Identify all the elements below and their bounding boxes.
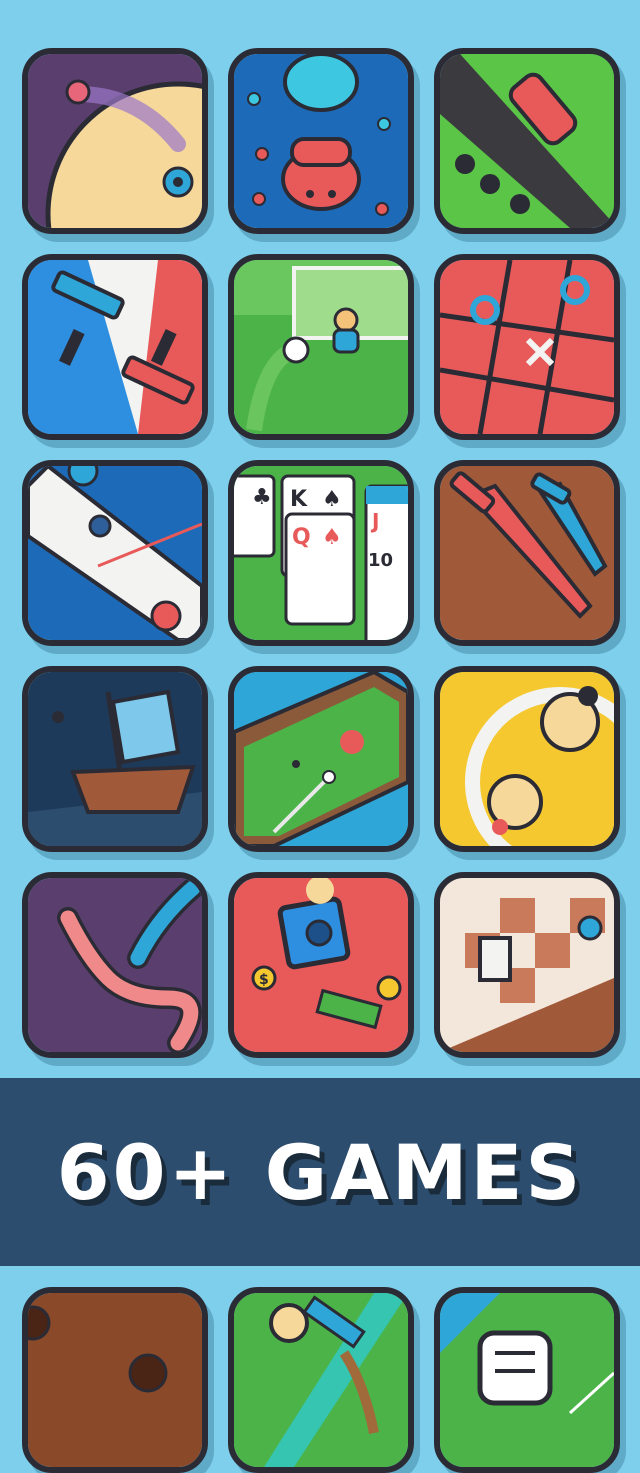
soccer-game-icon[interactable] — [228, 254, 414, 440]
promo-banner: 60+ GAMES — [0, 1078, 640, 1266]
hippo-game-icon[interactable] — [228, 48, 414, 234]
svg-text:♠: ♠ — [322, 525, 342, 550]
snake-worm-game-icon[interactable] — [22, 872, 208, 1058]
paint-roller-game-icon[interactable] — [22, 254, 208, 440]
rock-paper-scissors-game-icon[interactable] — [434, 1287, 620, 1473]
svg-text:♠: ♠ — [322, 487, 342, 512]
pool-billiards-game-icon[interactable] — [228, 666, 414, 852]
chess-game-icon[interactable] — [434, 872, 620, 1058]
sword-game-icon[interactable] — [434, 460, 620, 646]
banner-title: 60+ GAMES — [56, 1127, 584, 1217]
game-grid: ♣ K ♠ Q ♠ J 10 $ — [22, 48, 620, 1058]
card-label-j: J — [370, 509, 379, 533]
svg-text:♣: ♣ — [252, 485, 272, 510]
game-grid-bottom — [22, 1287, 620, 1473]
card-label-10: 10 — [368, 550, 393, 571]
card-label-k: K — [290, 487, 308, 512]
coin-label: $ — [259, 972, 269, 988]
tic-tac-toe-game-icon[interactable] — [434, 254, 620, 440]
air-hockey-game-icon[interactable] — [22, 460, 208, 646]
spikes-game-icon[interactable] — [22, 48, 208, 234]
race-car-game-icon[interactable] — [434, 48, 620, 234]
safe-heist-game-icon[interactable]: $ — [228, 872, 414, 1058]
brown-holes-game-icon[interactable] — [22, 1287, 208, 1473]
solitaire-game-icon[interactable]: ♣ K ♠ Q ♠ J 10 — [228, 460, 414, 646]
tug-of-war-game-icon[interactable] — [228, 1287, 414, 1473]
sumo-game-icon[interactable] — [434, 666, 620, 852]
card-label-q: Q — [292, 525, 311, 550]
pirate-ship-game-icon[interactable] — [22, 666, 208, 852]
